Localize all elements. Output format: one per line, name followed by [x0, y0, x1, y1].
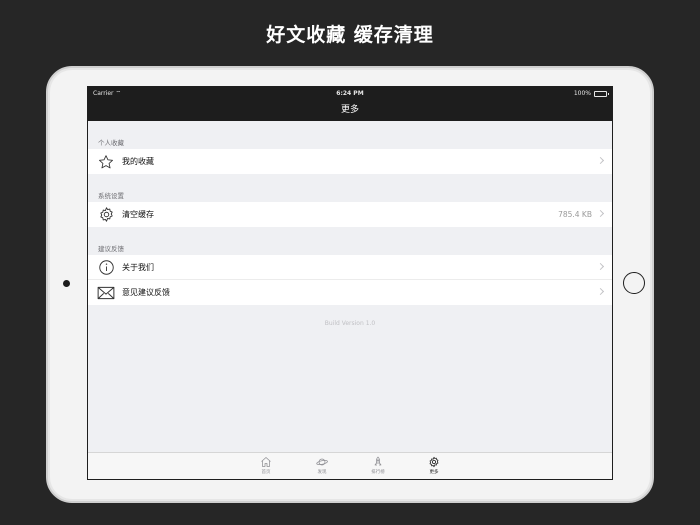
- group-settings: 清空缓存 785.4 KB: [88, 202, 612, 227]
- home-icon: [261, 457, 271, 467]
- tab-bar: 首页 发现 排行榜 更多: [88, 452, 612, 479]
- app-screen: Carrier ⌔ 6:24 PM 100% 更多 个人收藏 我的收藏 系统设置…: [87, 86, 613, 480]
- planet-icon: [316, 458, 328, 466]
- rocket-icon: [374, 456, 382, 466]
- battery-indicator: 100%: [573, 87, 609, 101]
- section-header-feedback: 建议反馈: [98, 245, 124, 253]
- section-header-settings: 系统设置: [98, 192, 124, 200]
- chevron-right-icon: [596, 209, 605, 218]
- tab-home[interactable]: 首页: [252, 453, 280, 479]
- build-version: Build Version 1.0: [324, 320, 376, 327]
- row-label: 关于我们: [122, 262, 154, 272]
- tab-label: 首页: [261, 470, 271, 475]
- cache-size-value: 785.4 KB: [558, 210, 592, 219]
- row-label: 清空缓存: [122, 210, 154, 219]
- group-feedback: 关于我们 意见建议反馈: [88, 255, 612, 305]
- battery-percent: 100%: [573, 90, 591, 97]
- chevron-right-icon: [596, 156, 605, 165]
- row-label: 我的收藏: [122, 157, 154, 166]
- status-bar: Carrier ⌔ 6:24 PM 100%: [88, 87, 612, 101]
- row-clear-cache[interactable]: 清空缓存 785.4 KB: [88, 202, 612, 227]
- mail-icon: [97, 284, 115, 302]
- home-button[interactable]: [623, 272, 645, 294]
- row-about-us[interactable]: 关于我们: [88, 255, 612, 280]
- nav-bar: 更多: [88, 101, 612, 121]
- row-label: 意见建议反馈: [122, 288, 170, 297]
- camera-icon: [63, 280, 70, 287]
- row-my-favorites[interactable]: 我的收藏: [88, 149, 612, 174]
- group-favorites: 我的收藏: [88, 149, 612, 174]
- chevron-right-icon: [596, 287, 605, 296]
- nav-title: 更多: [340, 105, 359, 115]
- battery-icon: [594, 91, 609, 97]
- tab-label: 更多: [429, 470, 439, 475]
- star-icon: [97, 153, 115, 171]
- info-icon: [97, 258, 115, 276]
- tab-label: 排行榜: [371, 470, 385, 475]
- chevron-right-icon: [596, 262, 605, 271]
- status-time: 6:24 PM: [336, 90, 364, 97]
- tab-ranking[interactable]: 排行榜: [364, 453, 392, 479]
- promo-headline: 好文收藏 缓存清理: [266, 24, 434, 46]
- tab-more[interactable]: 更多: [420, 453, 448, 479]
- tab-discover[interactable]: 发现: [308, 453, 336, 479]
- gear-icon: [97, 206, 115, 224]
- tab-label: 发现: [317, 470, 327, 475]
- section-header-favorites: 个人收藏: [98, 139, 124, 147]
- row-feedback[interactable]: 意见建议反馈: [88, 280, 612, 305]
- gear-icon: [429, 456, 439, 468]
